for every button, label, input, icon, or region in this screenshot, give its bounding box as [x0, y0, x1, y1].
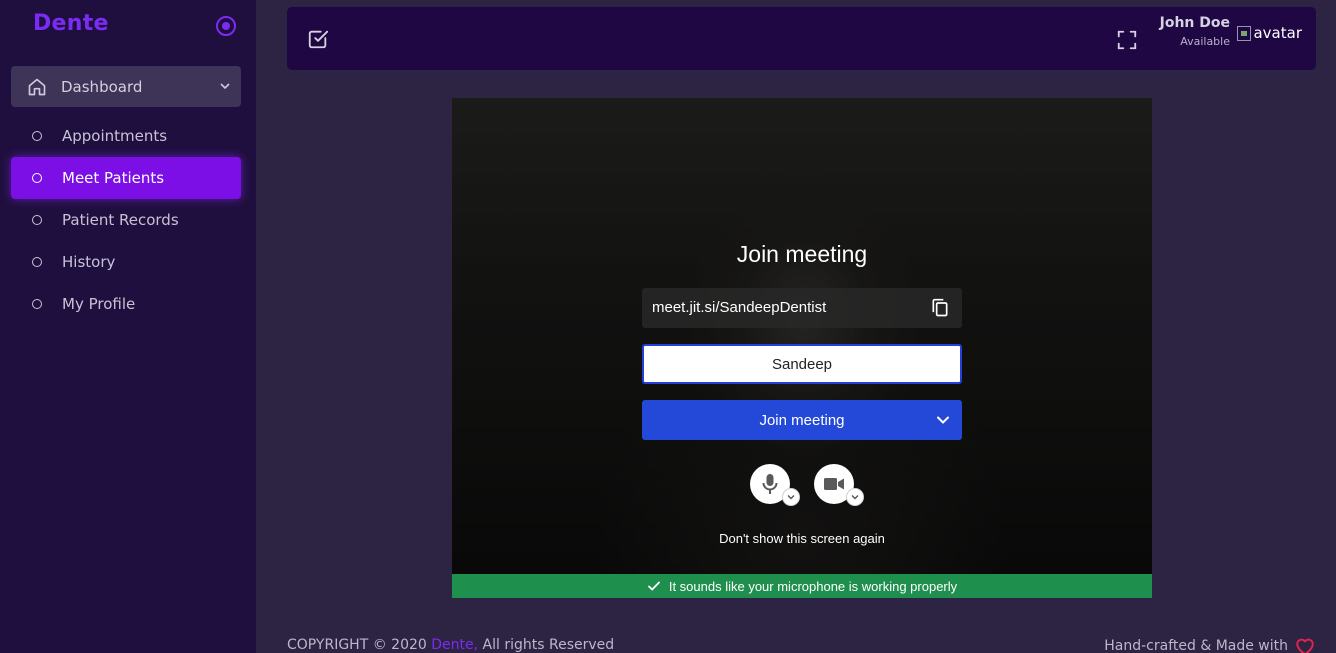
copyright-suffix: All rights Reserved [482, 637, 615, 653]
sidebar-item-dashboard[interactable]: Dashboard [11, 66, 241, 107]
sidebar-item-meet-patients[interactable]: Meet Patients [11, 157, 241, 199]
check-icon [647, 581, 660, 591]
display-name-input[interactable] [642, 344, 962, 384]
chevron-down-icon [787, 495, 795, 500]
fullscreen-icon[interactable] [1116, 29, 1138, 51]
camera-button[interactable] [814, 464, 864, 506]
avatar[interactable]: avatar [1237, 24, 1302, 42]
sidebar-item-appointments[interactable]: Appointments [11, 115, 241, 157]
sidebar-item-label: Dashboard [61, 77, 143, 96]
sidebar-item-patient-records[interactable]: Patient Records [11, 199, 241, 241]
user-status: Available [1180, 35, 1230, 48]
join-meeting-label: Join meeting [759, 411, 845, 429]
user-name[interactable]: John Doe [1160, 15, 1230, 31]
mic-options-button[interactable] [782, 488, 800, 506]
chevron-down-icon[interactable] [936, 413, 950, 427]
sidebar-toggle-icon[interactable] [216, 16, 236, 36]
mic-status-banner: It sounds like your microphone is workin… [452, 574, 1152, 598]
copy-icon[interactable] [930, 297, 950, 319]
sidebar-item-history[interactable]: History [11, 241, 241, 283]
meeting-title: Join meeting [736, 241, 868, 267]
meeting-url: meet.jit.si/SandeepDentist [652, 299, 827, 316]
checkbox-icon[interactable] [307, 28, 329, 50]
top-header: John Doe Available avatar [287, 7, 1316, 70]
meeting-prejoin-panel: Join meeting meet.jit.si/SandeepDentist … [452, 98, 1152, 598]
dont-show-again-link[interactable]: Don't show this screen again [452, 531, 1152, 546]
sidebar-item-label: Meet Patients [62, 169, 165, 187]
sidebar-item-label: Patient Records [62, 211, 179, 229]
footer-copyright: COPYRIGHT © 2020 Dente, All rights Reser… [287, 637, 614, 653]
chevron-down-icon [220, 83, 230, 90]
microphone-button[interactable] [750, 464, 800, 506]
circle-icon [32, 173, 42, 183]
circle-icon [32, 131, 42, 141]
broken-image-icon [1237, 25, 1252, 41]
home-icon [28, 78, 46, 95]
footer-brand-link[interactable]: Dente, [431, 637, 478, 653]
circle-icon [32, 257, 42, 267]
sidebar-item-label: My Profile [62, 295, 136, 313]
video-camera-icon [824, 478, 844, 490]
camera-options-button[interactable] [846, 488, 864, 506]
brand-logo[interactable]: Dente [33, 11, 109, 36]
made-with-text: Hand-crafted & Made with [1104, 638, 1288, 653]
heart-icon [1296, 638, 1314, 653]
copyright-prefix: COPYRIGHT © 2020 [287, 637, 427, 653]
chevron-down-icon [851, 495, 859, 500]
circle-icon [32, 215, 42, 225]
footer-made-with: Hand-crafted & Made with [1104, 636, 1316, 653]
join-meeting-button[interactable]: Join meeting [642, 400, 962, 440]
sidebar-item-label: Appointments [62, 127, 168, 145]
sidebar-item-my-profile[interactable]: My Profile [11, 283, 241, 325]
microphone-icon [762, 474, 778, 494]
sidebar-item-label: History [62, 253, 116, 271]
circle-icon [32, 299, 42, 309]
mic-status-text: It sounds like your microphone is workin… [668, 578, 958, 594]
avatar-alt-text: avatar [1253, 24, 1302, 42]
meeting-url-box: meet.jit.si/SandeepDentist [642, 288, 962, 328]
sidebar: Dente Dashboard Appointments Meet Patien… [0, 0, 256, 653]
